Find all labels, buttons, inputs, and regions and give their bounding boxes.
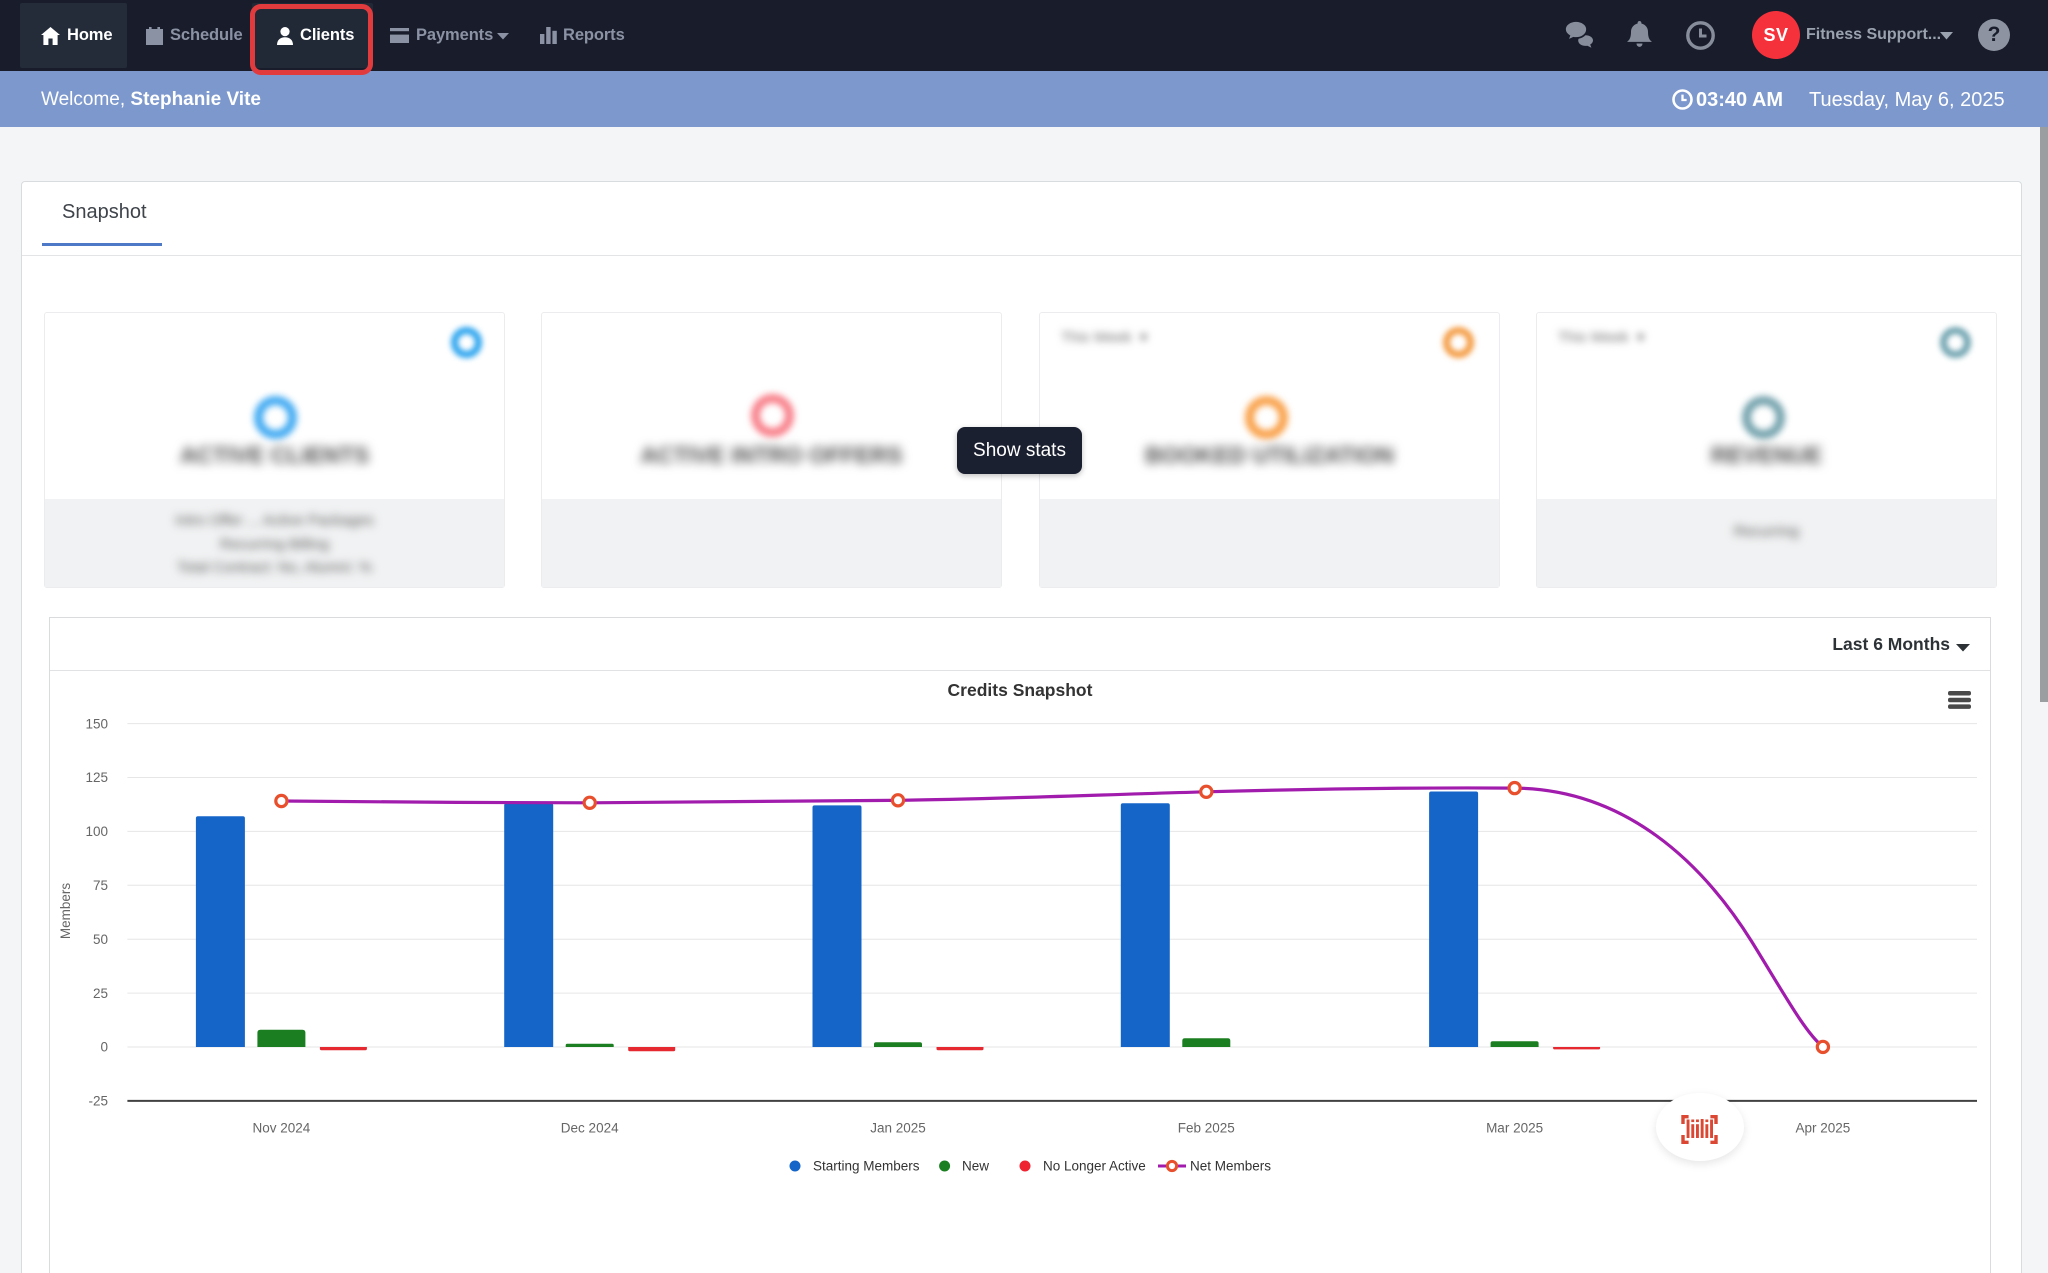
svg-text:50: 50 <box>93 932 108 947</box>
svg-text:-25: -25 <box>88 1094 108 1109</box>
svg-text:0: 0 <box>100 1040 108 1055</box>
svg-text:Dec 2024: Dec 2024 <box>561 1121 619 1136</box>
svg-text:Net Members: Net Members <box>1190 1159 1271 1174</box>
svg-text:Apr 2025: Apr 2025 <box>1796 1121 1851 1136</box>
svg-text:Credits Snapshot: Credits Snapshot <box>948 680 1093 700</box>
svg-text:75: 75 <box>93 878 108 893</box>
svg-text:Mar 2025: Mar 2025 <box>1486 1121 1543 1136</box>
svg-text:150: 150 <box>85 716 108 731</box>
svg-text:New: New <box>962 1159 989 1174</box>
svg-text:100: 100 <box>85 824 108 839</box>
svg-text:125: 125 <box>85 770 108 785</box>
svg-text:25: 25 <box>93 986 108 1001</box>
svg-text:Nov 2024: Nov 2024 <box>253 1121 311 1136</box>
svg-text:No Longer Active: No Longer Active <box>1043 1159 1146 1174</box>
svg-text:Feb 2025: Feb 2025 <box>1178 1121 1235 1136</box>
svg-text:Jan 2025: Jan 2025 <box>870 1121 926 1136</box>
svg-text:Starting Members: Starting Members <box>813 1159 920 1174</box>
svg-text:Members: Members <box>58 883 73 940</box>
